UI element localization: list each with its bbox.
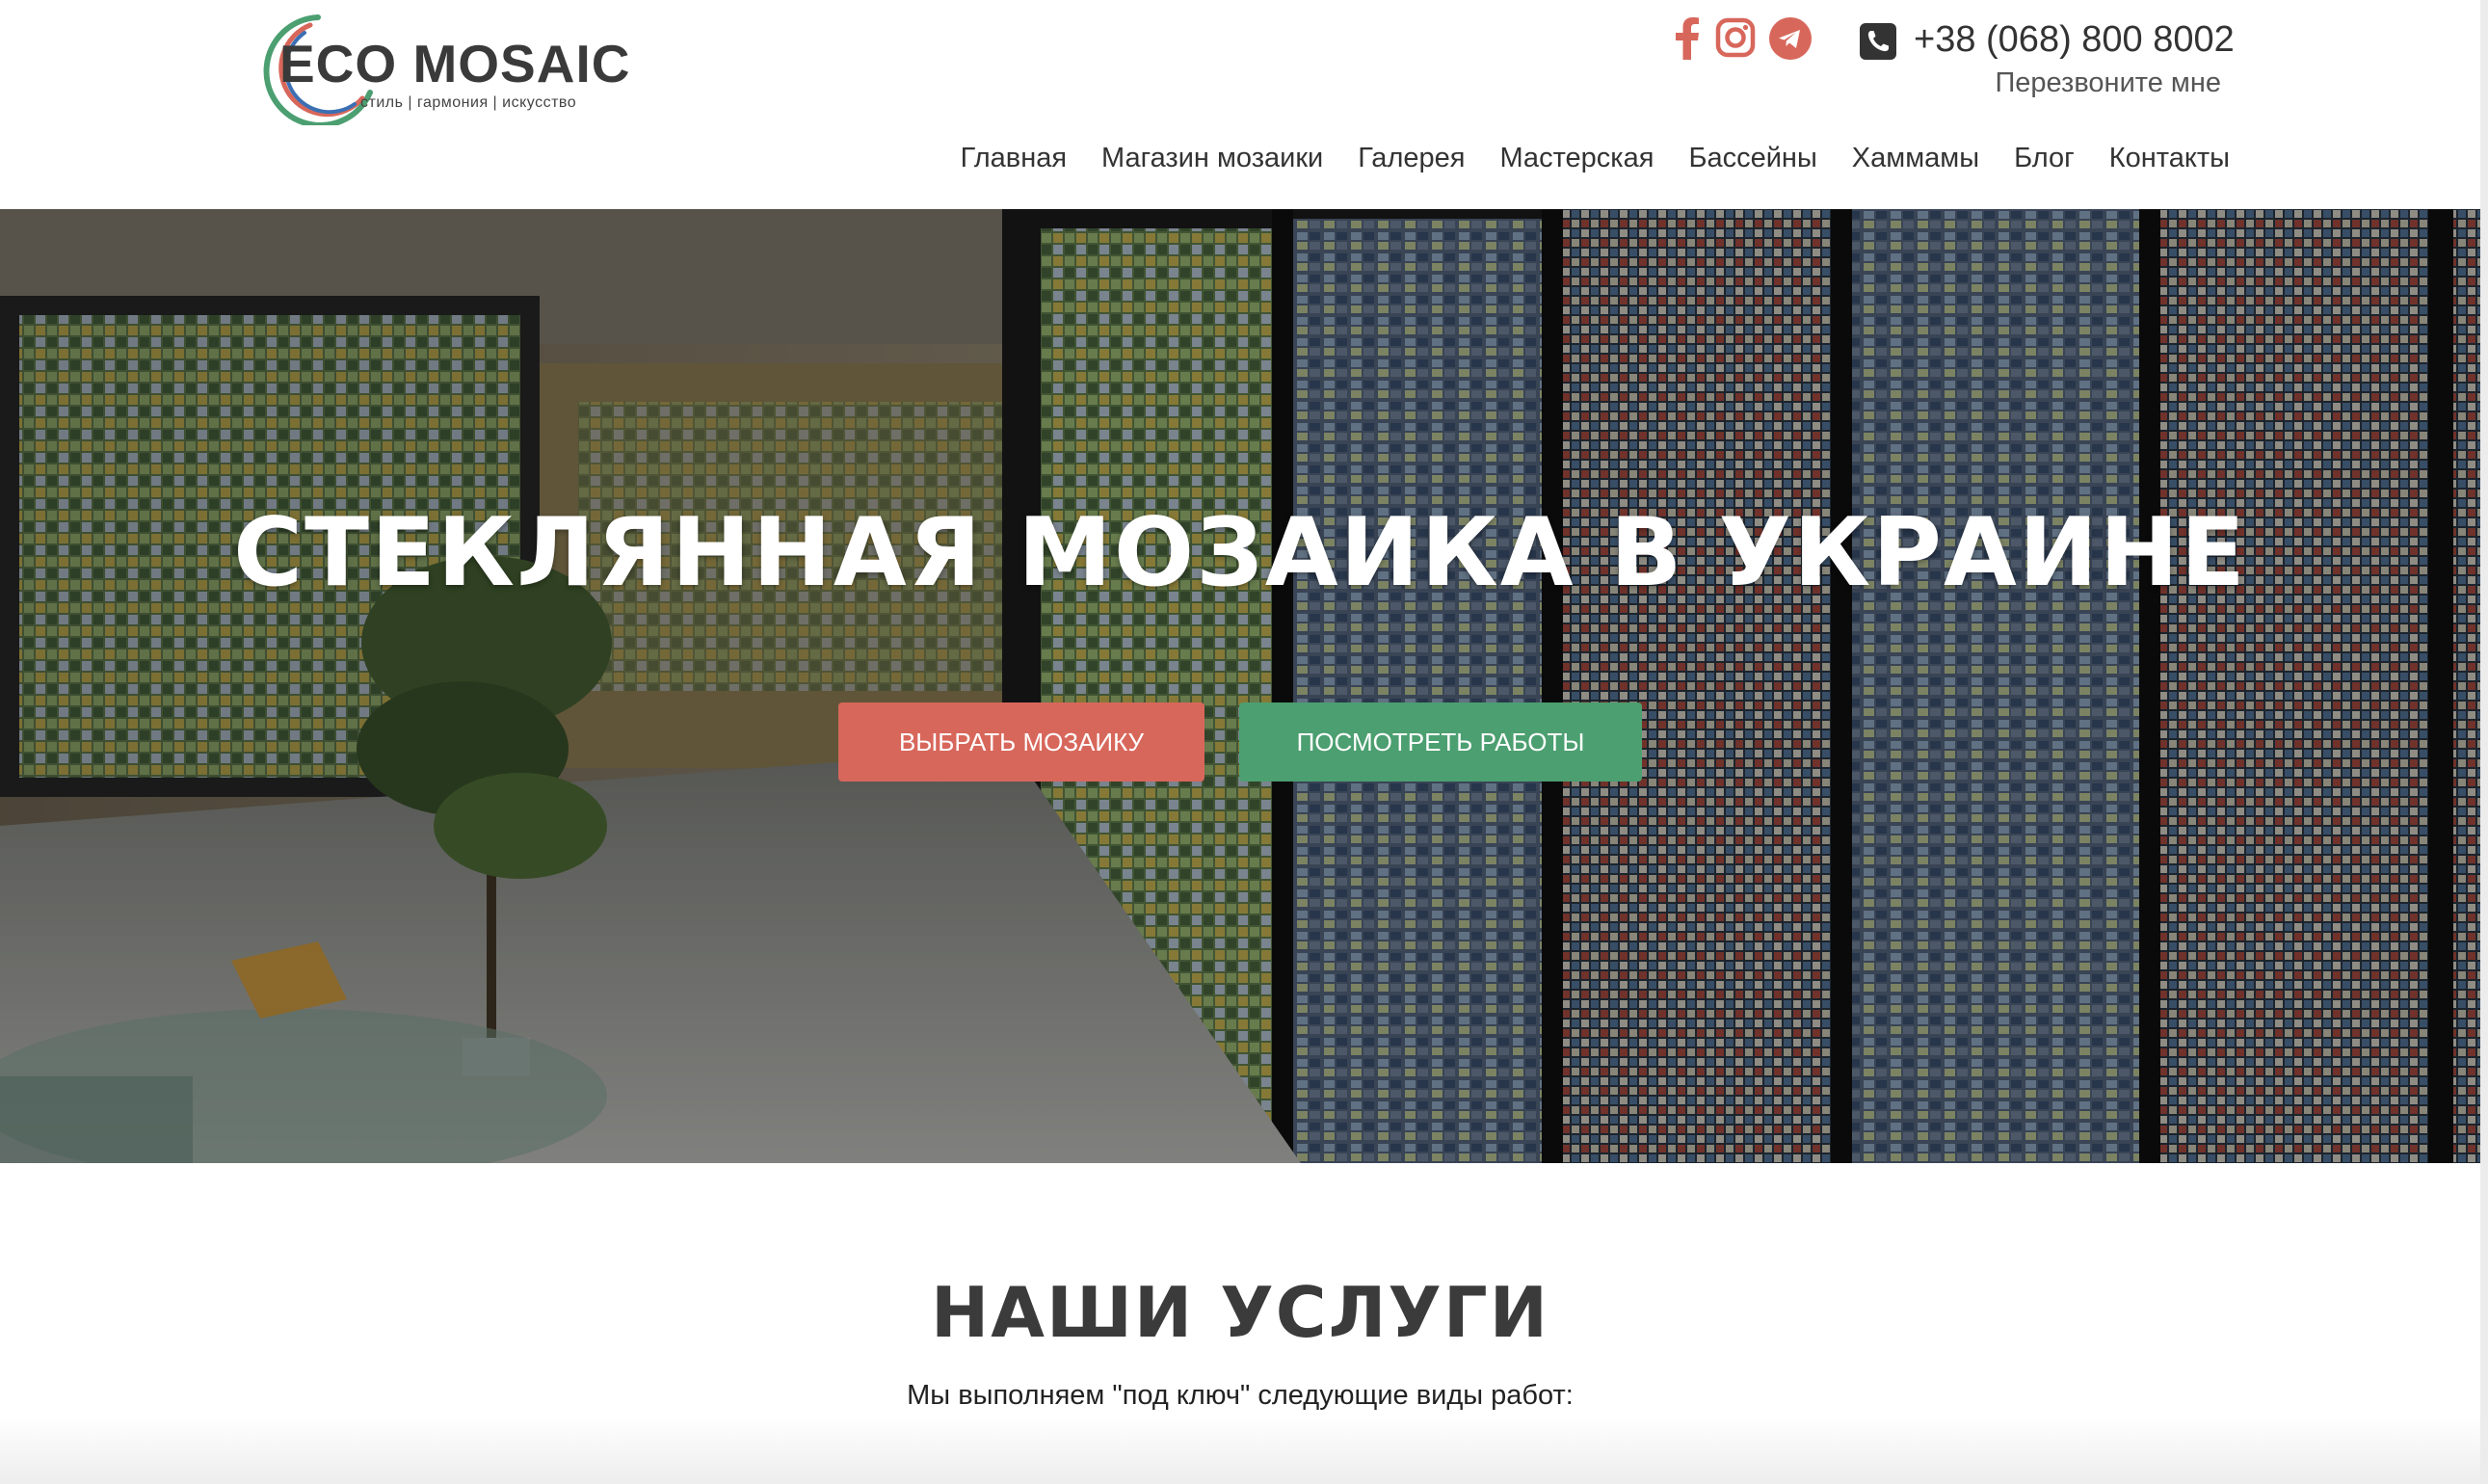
nav-item-hammams[interactable]: Хаммамы	[1835, 143, 1997, 174]
logo[interactable]: ECO MOSAIC стиль | гармония | искусство	[251, 12, 629, 125]
instagram-icon[interactable]	[1715, 17, 1756, 58]
scrollbar[interactable]	[2480, 0, 2488, 1484]
choose-mosaic-button[interactable]: ВЫБРАТЬ МОЗАИКУ	[838, 702, 1204, 782]
nav-item-contacts[interactable]: Контакты	[2092, 143, 2230, 174]
view-works-button[interactable]: ПОСМОТРЕТЬ РАБОТЫ	[1239, 702, 1642, 782]
nav-item-gallery[interactable]: Галерея	[1340, 143, 1482, 174]
facebook-icon[interactable]	[1675, 17, 1700, 60]
hero-banner: СТЕКЛЯННАЯ МОЗАИКА В УКРАИНЕ ВЫБРАТЬ МОЗ…	[0, 209, 2480, 1163]
callback-link[interactable]: Перезвоните мне	[1995, 67, 2221, 99]
hero-overlay	[0, 209, 2480, 1163]
nav-item-pools[interactable]: Бассейны	[1671, 143, 1834, 174]
telegram-icon[interactable]	[1769, 17, 1812, 60]
logo-tagline: стиль | гармония | искусство	[360, 94, 577, 111]
services-subtitle: Мы выполняем "под ключ" следующие виды р…	[907, 1380, 1574, 1411]
nav-item-blog[interactable]: Блог	[1997, 143, 2092, 174]
main-nav: Главная Магазин мозаики Галерея Мастерск…	[943, 143, 2230, 174]
phone-icon[interactable]	[1860, 23, 1896, 65]
phone-number[interactable]: +38 (068) 800 8002	[1914, 19, 2235, 61]
logo-title: ECO MOSAIC	[279, 34, 631, 93]
bottom-fade	[0, 1417, 2480, 1484]
services-title: НАШИ УСЛУГИ	[930, 1272, 1550, 1353]
nav-item-home[interactable]: Главная	[943, 143, 1084, 174]
nav-item-workshop[interactable]: Мастерская	[1482, 143, 1671, 174]
nav-item-mosaic-shop[interactable]: Магазин мозаики	[1084, 143, 1340, 174]
hero-title: СТЕКЛЯННАЯ МОЗАИКА В УКРАИНЕ	[233, 498, 2247, 608]
site-header: ECO MOSAIC стиль | гармония | искусство …	[0, 0, 2488, 209]
